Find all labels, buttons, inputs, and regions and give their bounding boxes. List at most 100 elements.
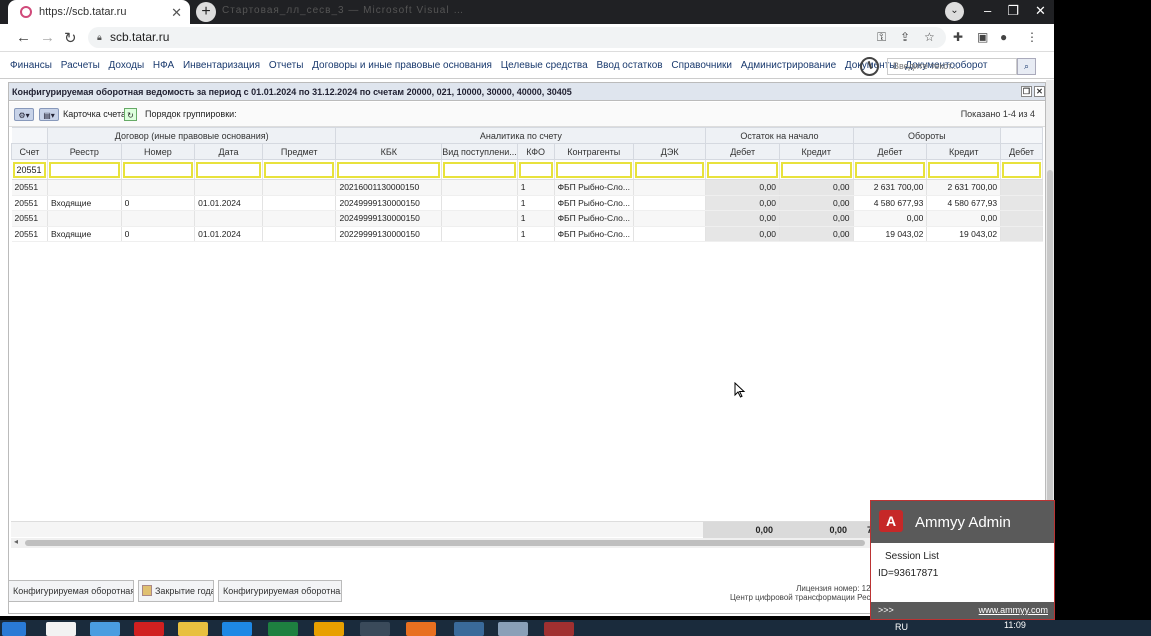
filter-counterparties-input[interactable] (555, 161, 632, 178)
ammyy-website-link[interactable]: www.ammyy.com (979, 602, 1048, 619)
col-date[interactable]: Дата (194, 143, 263, 160)
horizontal-scrollbar[interactable]: ◂ (11, 537, 871, 548)
media-player-icon[interactable] (90, 622, 120, 636)
extensions-icon[interactable]: ✚ (953, 30, 963, 44)
app-icon-2[interactable] (498, 622, 528, 636)
opera-icon[interactable] (134, 622, 164, 636)
filter-kfo-input[interactable] (518, 161, 553, 178)
filter-date-input[interactable] (196, 161, 261, 178)
firefox-icon[interactable] (406, 622, 436, 636)
col-kfo[interactable]: КФО (516, 143, 555, 160)
filter-opening-credit-input[interactable] (780, 161, 852, 178)
key-icon[interactable]: ⚿ (877, 30, 886, 45)
app-icon-1[interactable] (454, 622, 484, 636)
filter-income-type-input[interactable] (443, 161, 516, 178)
col-turnover-credit[interactable]: Кредит (926, 143, 1002, 160)
excel-icon[interactable] (268, 622, 298, 636)
menu-settlements[interactable]: Расчеты (61, 60, 100, 71)
menu-reports[interactable]: Отчеты (269, 60, 304, 71)
close-tab-icon[interactable]: ✕ (171, 5, 182, 21)
filter-kbk-input[interactable] (337, 161, 441, 178)
menu-balances-input[interactable]: Ввод остатков (596, 60, 662, 71)
filter-dek-input[interactable] (634, 161, 705, 178)
col-subject[interactable]: Предмет (261, 143, 337, 160)
col-kbk[interactable]: КБК (335, 143, 443, 160)
filter-number-input[interactable] (122, 161, 194, 178)
window-tab-report-2[interactable]: Конфигурируемая оборотная ... (218, 580, 342, 602)
menu-directories[interactable]: Справочники (671, 60, 732, 71)
col-opening-debit[interactable]: Дебет (705, 143, 780, 160)
table-row[interactable]: 20551 Входящие 0 01.01.2024 2024999913000015… (11, 195, 1043, 211)
col-closing-debit[interactable]: Дебет (1000, 143, 1043, 160)
settings-menu-icon[interactable]: ⚙▾ (14, 108, 34, 121)
refresh-icon[interactable]: ↻ (124, 108, 137, 121)
tab-search-button[interactable]: ⌄ (945, 2, 964, 21)
col-dek[interactable]: ДЭК (632, 143, 707, 160)
horizontal-scroll-thumb[interactable] (25, 540, 865, 546)
taskbar-clock[interactable]: 11:09 (1004, 620, 1026, 630)
yandex-browser-icon[interactable] (46, 622, 76, 636)
reload-icon[interactable]: ↻ (64, 29, 77, 47)
close-window-button[interactable]: ✕ (1035, 3, 1046, 19)
profile-avatar-icon[interactable]: ● (1000, 30, 1007, 44)
app-search-input[interactable]: Введите текст... (887, 58, 1017, 75)
cell-open-debit: 0,00 (705, 195, 780, 211)
export-menu-icon[interactable]: ▤▾ (39, 108, 59, 121)
table-row[interactable]: 20551 Входящие 0 01.01.2024 2022999913000015… (11, 226, 1043, 242)
clock-icon[interactable] (860, 57, 879, 76)
filter-subject-input[interactable] (263, 161, 335, 178)
col-counterparties[interactable]: Контрагенты (553, 143, 634, 160)
maximize-button[interactable]: ❐ (1007, 3, 1019, 19)
edge-icon[interactable] (222, 622, 252, 636)
filter-account-input[interactable]: 20551 (12, 161, 46, 178)
ammyy-session-list[interactable]: Session List (885, 551, 939, 562)
restore-icon[interactable]: ❐ (1021, 86, 1032, 97)
ammyy-expand-button[interactable]: >>> (878, 602, 894, 619)
account-card-button[interactable]: Карточка счета (63, 108, 126, 121)
col-registry[interactable]: Реестр (46, 143, 122, 160)
table-row[interactable]: 20551 20216001130000150 1 ФБП Рыбно-Сло... 0… (11, 179, 1043, 196)
window-tab-report-1[interactable]: Конфигурируемая оборотная ... (8, 580, 134, 602)
col-turnover-debit[interactable]: Дебет (852, 143, 928, 160)
vertical-scroll-thumb[interactable] (1047, 170, 1053, 550)
close-icon[interactable]: ✕ (1034, 86, 1045, 97)
minimize-button[interactable]: – (984, 3, 991, 19)
share-icon[interactable]: ⇪ (900, 30, 910, 44)
search-icon[interactable]: ⌕ (1017, 58, 1036, 75)
url-input[interactable]: 🔒︎ scb.tatar.ru (88, 27, 946, 48)
browser-tab[interactable]: https://scb.tatar.ru ✕ (8, 0, 190, 24)
window-tab-year-closing[interactable]: Закрытие года (138, 580, 214, 602)
menu-income[interactable]: Доходы (109, 60, 145, 71)
side-panel-icon[interactable]: ▣ (977, 30, 988, 44)
table-row[interactable]: 20551 20249999130000150 1 ФБП Рыбно-Сло... 0… (11, 210, 1043, 227)
forward-arrow-icon[interactable]: → (40, 29, 55, 46)
scroll-left-icon[interactable]: ◂ (14, 537, 18, 546)
col-income-type[interactable]: Вид поступлени... (441, 143, 518, 160)
group-order-label[interactable]: Порядок группировки: (145, 108, 237, 121)
menu-administration[interactable]: Администрирование (741, 60, 836, 71)
menu-inventory[interactable]: Инвентаризация (183, 60, 260, 71)
start-button-icon[interactable] (2, 622, 26, 636)
ammyy-taskbar-icon[interactable] (544, 622, 574, 636)
filter-registry-input[interactable] (48, 161, 120, 178)
col-number[interactable]: Номер (120, 143, 196, 160)
filter-turnover-debit-input[interactable] (854, 161, 926, 178)
kebab-menu-icon[interactable]: ⋮ (1026, 30, 1038, 44)
language-indicator[interactable]: RU (895, 622, 908, 632)
menu-target-funds[interactable]: Целевые средства (501, 60, 588, 71)
file-explorer-icon[interactable] (178, 622, 208, 636)
menu-finance[interactable]: Финансы (10, 60, 52, 71)
col-opening-credit[interactable]: Кредит (778, 143, 854, 160)
chrome-icon[interactable] (314, 622, 344, 636)
menu-nfa[interactable]: НФА (153, 60, 174, 71)
chrome-active-icon[interactable] (360, 622, 390, 636)
filter-opening-debit-input[interactable] (707, 161, 778, 178)
col-account[interactable]: Счет (11, 143, 48, 160)
back-arrow-icon[interactable]: ← (16, 29, 31, 46)
filter-closing-debit-input[interactable] (1002, 161, 1041, 178)
background-tabs: Стартовая_лл_сесв_3 — Microsoft Visual … (222, 5, 465, 16)
new-tab-button[interactable]: + (196, 2, 216, 22)
menu-contracts[interactable]: Договоры и иные правовые основания (312, 60, 492, 71)
star-icon[interactable]: ☆ (924, 30, 935, 44)
filter-turnover-credit-input[interactable] (928, 161, 1000, 178)
